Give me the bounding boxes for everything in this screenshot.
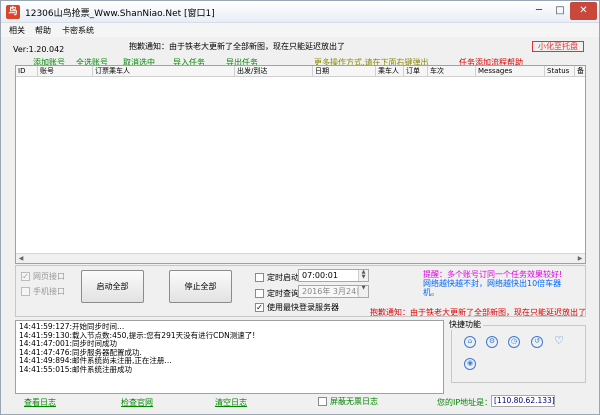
fastest-server-checkbox[interactable]: ✓ 使用最快登录服务器 [255,302,339,313]
col-train[interactable]: 车次 [428,66,476,77]
menu-bar: 相关 帮助 卡密系统 [1,23,599,37]
col-passenger[interactable]: 订票乘车人 [93,66,235,77]
version-label: Ver:1.20.042 [13,45,65,54]
hint-line-3: 机。 [423,288,439,297]
log-output[interactable]: 14:41:59:127:开始同步时间... 14:41:59:130:载入节点… [15,320,444,394]
minimize-button[interactable]: ─ [528,2,550,20]
task-table[interactable]: ID 账号 订票乘车人 出发/到达 日期 乘车人 订单 车次 Messages … [15,65,586,264]
web-interface-label: 网页接口 [33,272,65,281]
horizontal-scrollbar[interactable]: ◀ ▶ [16,253,585,263]
ip-label: 您的IP地址是： [437,398,493,407]
checkbox-box[interactable] [255,289,264,298]
col-id[interactable]: ID [16,66,38,77]
calendar-dropdown-icon[interactable]: ▼ [358,286,368,297]
checkbox-box[interactable] [21,287,30,296]
block-invalid-log-checkbox[interactable]: 屏蔽无票日志 [318,396,378,407]
mobile-interface-checkbox[interactable]: 手机接口 [21,286,65,297]
hint-text: 提醒：多个账号订同一个任务效果较好! 网络越快越不封，网络越快出10倍车器 机。 [423,270,585,297]
col-account[interactable]: 账号 [38,66,93,77]
view-log-link[interactable]: 查看日志 [24,397,56,408]
heart-icon[interactable]: ♡ [553,335,565,348]
close-button[interactable]: ✕ [570,2,597,20]
menu-related[interactable]: 相关 [9,25,25,36]
log-line: 14:41:55:015:邮件系统注册成功 [19,364,133,374]
settings-icon[interactable]: ⚙ [486,336,498,348]
scheduled-start-checkbox[interactable]: 定时启动 [255,272,299,283]
web-interface-checkbox[interactable]: ✓ 网页接口 [21,271,65,282]
menu-help[interactable]: 帮助 [35,25,51,36]
clear-log-link[interactable]: 清空日志 [215,397,247,408]
user-icon[interactable]: ◉ [464,358,476,370]
checkbox-box[interactable] [255,273,264,282]
quick-functions-panel: ⌂ ⚙ ◷ ↺ ♡ ◉ [451,325,586,383]
checkbox-box[interactable]: ✓ [21,272,30,281]
ip-address-field: [110.80.62.133] [491,395,555,407]
scheduled-query-date-input[interactable]: 2016年 3月24日 ▼ [298,285,369,298]
quick-functions-title: 快捷功能 [447,319,483,330]
notice-banner-secondary: 抱歉通知：由于铁老大更新了全部新图，现在只能延迟放出了 [370,308,586,317]
checkbox-box[interactable]: ✓ [255,303,264,312]
mobile-interface-label: 手机接口 [33,287,65,296]
history-icon[interactable]: ↺ [531,336,543,348]
checkbox-box[interactable] [318,397,327,406]
home-icon[interactable]: ⌂ [464,336,476,348]
scroll-left-icon[interactable]: ◀ [16,254,26,263]
scroll-right-icon[interactable]: ▶ [575,254,585,263]
col-order[interactable]: 订单 [404,66,428,77]
clock-icon[interactable]: ◷ [508,336,520,348]
scheduled-start-time-input[interactable]: 07:00:01 ▲ ▼ [298,269,369,282]
check-website-link[interactable]: 检查官网 [121,397,153,408]
menu-card-system[interactable]: 卡密系统 [62,25,94,36]
hint-line-2: 网络越快越不封，网络越快出10倍车器 [423,279,562,288]
col-from-to[interactable]: 出发/到达 [235,66,313,77]
start-all-button[interactable]: 启动全部 [81,270,144,303]
scheduled-query-date-value: 2016年 3月24日 [302,287,365,296]
scheduled-query-checkbox[interactable]: 定时查询 [255,288,299,299]
stop-all-button[interactable]: 停止全部 [169,270,232,303]
block-invalid-log-label: 屏蔽无票日志 [330,397,378,406]
scheduled-start-time-value: 07:00:01 [302,271,338,280]
col-status[interactable]: Status [545,66,575,77]
scheduled-start-label: 定时启动 [267,273,299,282]
title-bar[interactable]: 鸟 12306山鸟抢票_Www.ShanNiao.Net [窗口1] ─ □ ✕ [1,1,599,23]
spin-updown-icon[interactable]: ▲ ▼ [358,270,368,281]
col-messages[interactable]: Messages [476,66,545,77]
col-note[interactable]: 备 [575,66,585,77]
scheduled-query-label: 定时查询 [267,289,299,298]
app-logo-icon: 鸟 [6,5,20,19]
maximize-button[interactable]: □ [550,2,570,20]
col-rider[interactable]: 乘车人 [376,66,404,77]
hint-line-1: 提醒：多个账号订同一个任务效果较好! [423,270,563,279]
notice-banner: 抱歉通知：由于铁老大更新了全部新图，现在只能延迟放出了 [129,42,345,51]
col-date[interactable]: 日期 [313,66,376,77]
minimize-to-tray-button[interactable]: 小化至托盘 [532,41,584,52]
app-window: 鸟 12306山鸟抢票_Www.ShanNiao.Net [窗口1] ─ □ ✕… [0,0,600,415]
fastest-server-label: 使用最快登录服务器 [267,303,339,312]
table-header: ID 账号 订票乘车人 出发/到达 日期 乘车人 订单 车次 Messages … [16,66,585,77]
window-title: 12306山鸟抢票_Www.ShanNiao.Net [窗口1] [25,9,215,19]
